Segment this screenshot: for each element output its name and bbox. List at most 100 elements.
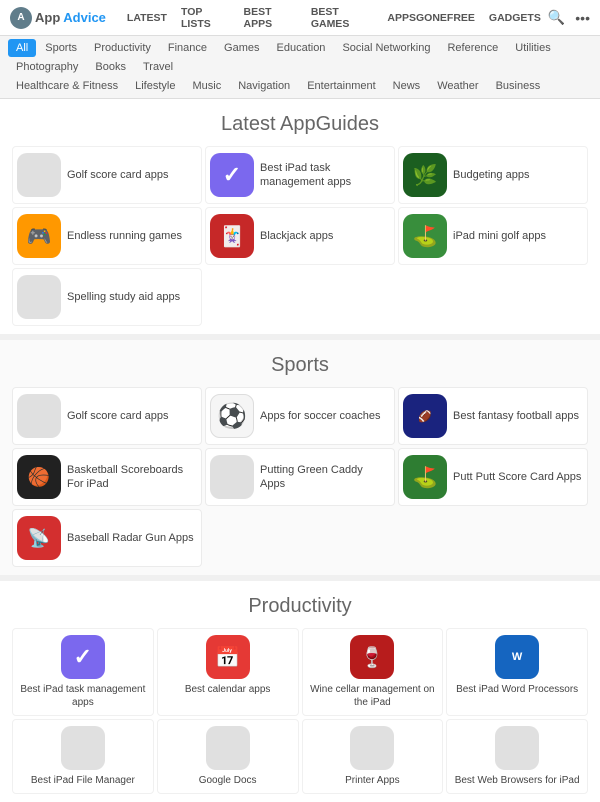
app-icon-placeholder xyxy=(17,153,61,197)
nav-icons-area: 🔍 ••• xyxy=(548,9,590,26)
cat-news[interactable]: News xyxy=(385,77,429,95)
nav-bestgames[interactable]: BEST GAMES xyxy=(304,0,381,38)
list-item[interactable]: 📡 Baseball Radar Gun Apps xyxy=(12,509,202,567)
list-item[interactable]: Spelling study aid apps xyxy=(12,268,202,326)
logo[interactable]: A AppAdvice xyxy=(10,7,106,29)
cat-row-1: All Sports Productivity Finance Games Ed… xyxy=(8,39,592,76)
app-label: Putt Putt Score Card Apps xyxy=(453,470,581,484)
app-icon-placeholder xyxy=(210,455,254,499)
golf-icon: ⛳ xyxy=(403,214,447,258)
list-item[interactable]: Printer Apps xyxy=(302,719,444,794)
list-item[interactable]: 🍷 Wine cellar management on the iPad xyxy=(302,628,444,716)
logo-app: App xyxy=(35,10,60,25)
cat-productivity[interactable]: Productivity xyxy=(86,39,159,57)
cat-books[interactable]: Books xyxy=(87,58,134,76)
app-icon-placeholder xyxy=(17,275,61,319)
cat-weather[interactable]: Weather xyxy=(429,77,486,95)
app-label: Best iPad task management apps xyxy=(260,161,390,190)
cat-photography[interactable]: Photography xyxy=(8,58,86,76)
app-label: Best iPad File Manager xyxy=(31,774,135,787)
puttputt-icon: ⛳ xyxy=(403,455,447,499)
app-icon-placeholder xyxy=(61,726,105,770)
app-label: Endless running games xyxy=(67,229,182,243)
list-item[interactable]: 📅 Best calendar apps xyxy=(157,628,299,716)
calendar-icon: 📅 xyxy=(206,635,250,679)
list-item[interactable]: Golf score card apps xyxy=(12,146,202,204)
check-icon-lg: ✓ xyxy=(61,635,105,679)
cat-music[interactable]: Music xyxy=(184,77,229,95)
leaf-icon: 🌿 xyxy=(403,153,447,197)
list-item[interactable]: 🌿 Budgeting apps xyxy=(398,146,588,204)
cat-education[interactable]: Education xyxy=(269,39,334,57)
cat-finance[interactable]: Finance xyxy=(160,39,215,57)
cat-lifestyle[interactable]: Lifestyle xyxy=(127,77,183,95)
app-label: Baseball Radar Gun Apps xyxy=(67,531,194,545)
list-item[interactable]: Golf score card apps xyxy=(12,387,202,445)
app-label: Wine cellar management on the iPad xyxy=(307,683,439,709)
list-item[interactable]: 🎮 Endless running games xyxy=(12,207,202,265)
logo-icon: A xyxy=(10,7,32,29)
cat-entertainment[interactable]: Entertainment xyxy=(299,77,383,95)
list-item[interactable]: Best iPad File Manager xyxy=(12,719,154,794)
nav-gadgets[interactable]: GADGETS xyxy=(482,4,548,32)
nav-bestapps[interactable]: BEST APPS xyxy=(237,0,304,38)
list-item[interactable]: 🏈 Best fantasy football apps xyxy=(398,387,588,445)
app-label: Best fantasy football apps xyxy=(453,409,579,423)
section-productivity-title: Productivity xyxy=(12,595,588,618)
logo-advice: Advice xyxy=(63,10,106,25)
nav-toplists[interactable]: TOP LISTS xyxy=(174,0,237,38)
app-icon-placeholder xyxy=(17,394,61,438)
cards-icon: 🃏 xyxy=(210,214,254,258)
list-item[interactable]: ⛳ Putt Putt Score Card Apps xyxy=(398,448,588,506)
section-sports-title: Sports xyxy=(12,354,588,377)
cat-games[interactable]: Games xyxy=(216,39,267,57)
cat-utilities[interactable]: Utilities xyxy=(507,39,558,57)
nav-items: LATEST TOP LISTS BEST APPS BEST GAMES AP… xyxy=(120,0,548,38)
app-label: Best calendar apps xyxy=(185,683,271,696)
main-content: Latest AppGuides Golf score card apps ✓ … xyxy=(0,99,600,802)
list-item[interactable]: 🏀 Basketball Scoreboards For iPad xyxy=(12,448,202,506)
more-icon[interactable]: ••• xyxy=(575,10,590,26)
list-item[interactable]: Best Web Browsers for iPad xyxy=(446,719,588,794)
basketball-icon: 🏀 xyxy=(17,455,61,499)
list-item[interactable]: Google Docs xyxy=(157,719,299,794)
app-label: Best iPad Word Processors xyxy=(456,683,578,696)
app-label: Spelling study aid apps xyxy=(67,290,180,304)
list-item[interactable]: ✓ Best iPad task management apps xyxy=(205,146,395,204)
cat-travel[interactable]: Travel xyxy=(135,58,181,76)
wine-icon: 🍷 xyxy=(350,635,394,679)
list-item[interactable]: W Best iPad Word Processors xyxy=(446,628,588,716)
app-label: Best Web Browsers for iPad xyxy=(455,774,580,787)
cat-socialnetworking[interactable]: Social Networking xyxy=(334,39,438,57)
list-item[interactable]: ⛳ iPad mini golf apps xyxy=(398,207,588,265)
game-icon: 🎮 xyxy=(17,214,61,258)
cat-healthcare[interactable]: Healthcare & Fitness xyxy=(8,77,126,95)
app-label: Golf score card apps xyxy=(67,409,169,423)
list-item[interactable]: ✓ Best iPad task management apps xyxy=(12,628,154,716)
app-label: Apps for soccer coaches xyxy=(260,409,380,423)
cat-sports[interactable]: Sports xyxy=(37,39,85,57)
nav-latest[interactable]: LATEST xyxy=(120,4,174,32)
list-item[interactable]: 🃏 Blackjack apps xyxy=(205,207,395,265)
list-item[interactable]: ⚽ Apps for soccer coaches xyxy=(205,387,395,445)
cat-all[interactable]: All xyxy=(8,39,36,57)
app-label: Google Docs xyxy=(199,774,257,787)
soccer-icon: ⚽ xyxy=(210,394,254,438)
search-icon[interactable]: 🔍 xyxy=(548,9,565,26)
football-icon: 🏈 xyxy=(403,394,447,438)
cat-reference[interactable]: Reference xyxy=(439,39,506,57)
section-latest-title: Latest AppGuides xyxy=(12,113,588,136)
section-sports: Sports Golf score card apps ⚽ Apps for s… xyxy=(0,340,600,575)
cat-row-2: Healthcare & Fitness Lifestyle Music Nav… xyxy=(8,77,592,95)
radar-icon: 📡 xyxy=(17,516,61,560)
check-icon: ✓ xyxy=(210,153,254,197)
sports-grid: Golf score card apps ⚽ Apps for soccer c… xyxy=(12,387,588,567)
category-bar: All Sports Productivity Finance Games Ed… xyxy=(0,36,600,99)
cat-navigation[interactable]: Navigation xyxy=(230,77,298,95)
app-icon-placeholder xyxy=(206,726,250,770)
section-productivity: Productivity ✓ Best iPad task management… xyxy=(0,581,600,802)
list-item[interactable]: Putting Green Caddy Apps xyxy=(205,448,395,506)
nav-appsgonefree[interactable]: APPSGONEFREE xyxy=(380,4,482,32)
latest-grid: Golf score card apps ✓ Best iPad task ma… xyxy=(12,146,588,326)
cat-business[interactable]: Business xyxy=(488,77,549,95)
